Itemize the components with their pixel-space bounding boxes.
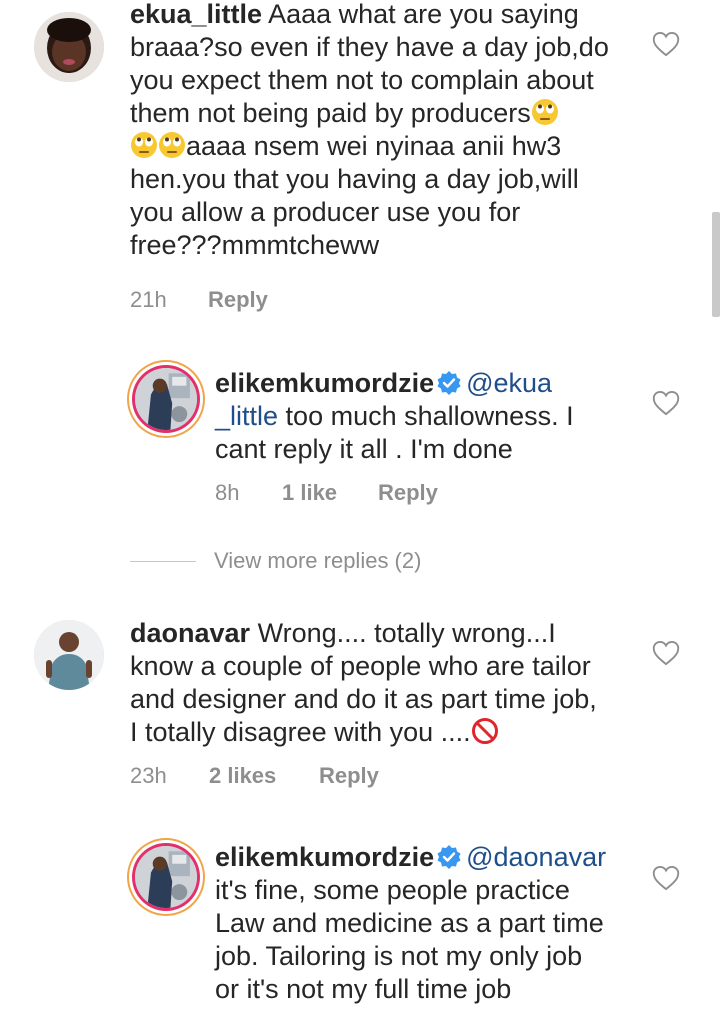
comment-daonavar: daonavar Wrong.... totally wrong...I kno…: [0, 610, 720, 810]
likes-count[interactable]: 2 likes: [209, 763, 319, 789]
heart-outline-icon[interactable]: [652, 865, 680, 891]
reply-button[interactable]: Reply: [208, 287, 268, 313]
prohibited-emoji: [471, 718, 498, 744]
reply-elikemkumordzie-1: elikemkumordzie @ekua _little too much sh…: [0, 360, 720, 520]
avatar[interactable]: [34, 12, 104, 82]
comment-ekua-little: ekua_little Aaaa what are you saying bra…: [0, 0, 720, 330]
username[interactable]: elikemkumordzie: [215, 842, 434, 872]
mention-link[interactable]: @daonavar: [466, 842, 606, 872]
timestamp: 23h: [130, 763, 167, 788]
avatar[interactable]: [34, 620, 104, 690]
avatar[interactable]: [135, 368, 197, 430]
comment-text: elikemkumordzie @daonavar it's fine, some…: [215, 842, 607, 1004]
reply-button[interactable]: Reply: [378, 480, 438, 506]
likes-count[interactable]: 1 like: [282, 480, 378, 506]
username[interactable]: ekua_little: [130, 0, 262, 29]
mention-link[interactable]: _little: [215, 401, 278, 431]
reply-elikemkumordzie-2: elikemkumordzie @daonavar it's fine, some…: [0, 840, 720, 1030]
verified-badge-icon: [437, 371, 461, 395]
comment-text: daonavar Wrong.... totally wrong...I kno…: [130, 618, 597, 747]
view-more-replies[interactable]: View more replies (2): [130, 545, 421, 577]
comment-meta: 21h Reply: [130, 287, 268, 313]
heart-outline-icon[interactable]: [652, 390, 680, 416]
view-more-label[interactable]: View more replies (2): [214, 548, 421, 574]
reply-button[interactable]: Reply: [319, 763, 379, 789]
timestamp: 21h: [130, 287, 167, 312]
face-with-rolling-eyes-emoji: [159, 132, 185, 158]
comment-meta: 8h 1 like Reply: [215, 480, 438, 506]
comment-text: ekua_little Aaaa what are you saying bra…: [130, 0, 609, 260]
username[interactable]: elikemkumordzie: [215, 368, 434, 398]
comment-text: elikemkumordzie @ekua _little too much sh…: [215, 368, 574, 464]
heart-outline-icon[interactable]: [652, 31, 680, 57]
face-with-rolling-eyes-emoji: [531, 99, 558, 125]
face-with-rolling-eyes-emoji: [131, 132, 157, 158]
timestamp: 8h: [215, 480, 240, 505]
avatar[interactable]: [135, 846, 197, 908]
verified-badge-icon: [437, 845, 461, 869]
username[interactable]: daonavar: [130, 618, 250, 648]
mention-link[interactable]: @ekua: [466, 368, 552, 398]
divider: [130, 560, 196, 562]
heart-outline-icon[interactable]: [652, 640, 680, 666]
scrollbar[interactable]: [712, 212, 720, 317]
comment-meta: 23h 2 likes Reply: [130, 763, 379, 789]
